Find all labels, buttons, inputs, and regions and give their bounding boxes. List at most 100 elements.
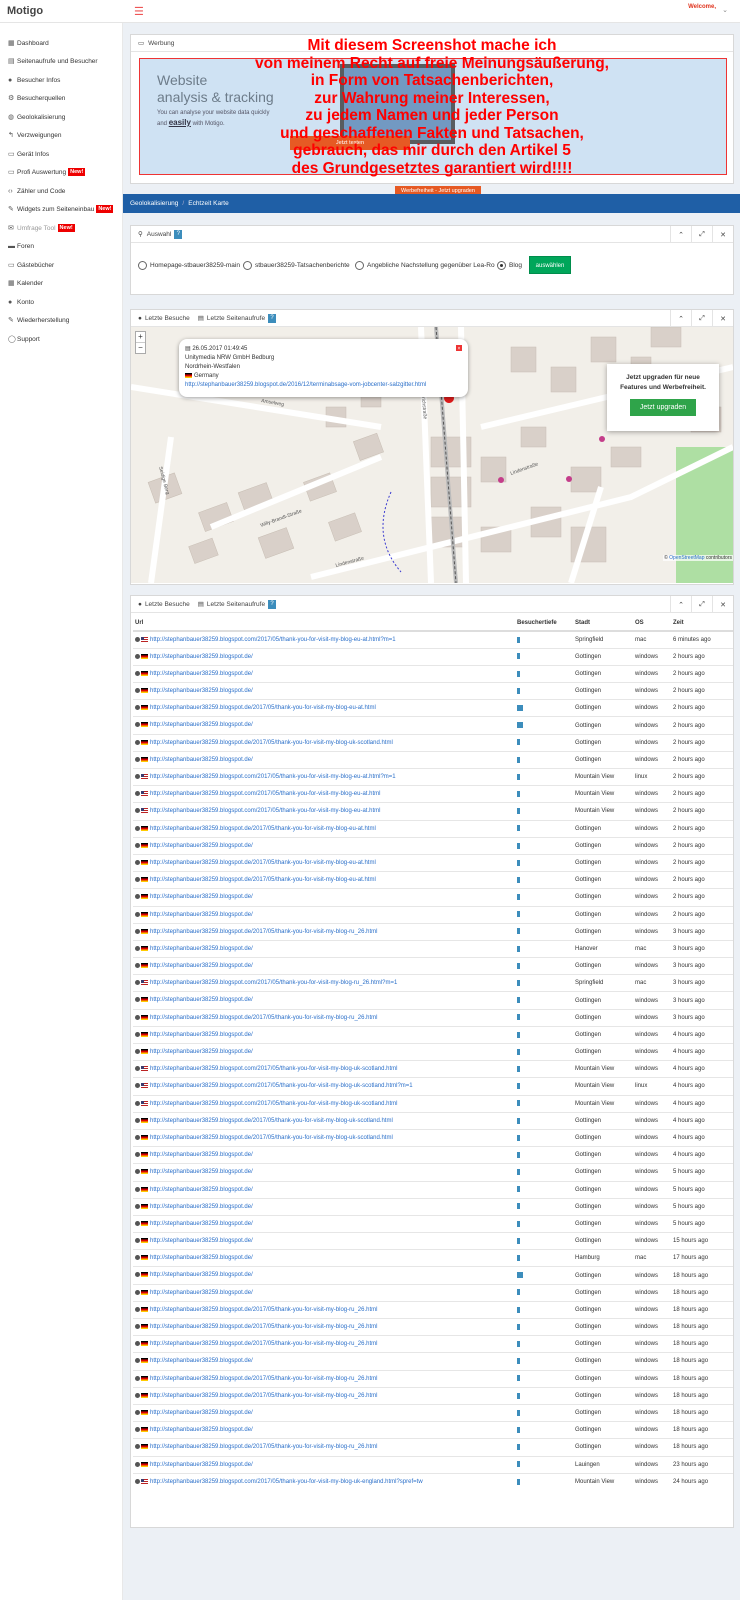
sidebar-item[interactable]: ✎ Widgets zum Seiteneinbau New! [8,203,114,215]
visit-url-link[interactable]: http://stephanbauer38259.blogspot.de/ [150,912,253,918]
sidebar-item[interactable]: ● Besucher Infos [8,74,60,86]
collapse-icon[interactable]: ⌃ [670,310,691,327]
col-os[interactable]: OS [633,615,671,632]
radio-button[interactable] [243,261,252,270]
table-row[interactable]: http://stephanbauer38259.blogspot.de/201… [133,1335,733,1353]
visit-url-link[interactable]: http://stephanbauer38259.blogspot.de/ [150,1427,253,1433]
visit-url-link[interactable]: http://stephanbauer38259.blogspot.de/ [150,1273,253,1279]
popup-url-link[interactable]: http://stephanbauer38259.blogspot.de/201… [185,382,426,388]
visit-url-link[interactable]: http://stephanbauer38259.blogspot.de/ [150,1359,253,1365]
table-row[interactable]: http://stephanbauer38259.blogspot.de/Got… [133,1266,733,1285]
tab-recent-pageviews[interactable]: Letzte Seitenaufrufe [207,601,265,608]
col-city[interactable]: Stadt [573,615,633,632]
table-row[interactable]: http://stephanbauer38259.blogspot.de/Got… [133,1180,733,1199]
help-icon[interactable]: ? [268,599,277,609]
help-icon[interactable]: ? [268,313,277,323]
table-row[interactable]: http://stephanbauer38259.blogspot.de/201… [133,871,733,889]
radio-option-4[interactable]: Blog [497,261,522,270]
visit-url-link[interactable]: http://stephanbauer38259.blogspot.de/ [150,1032,253,1038]
visit-url-link[interactable]: http://stephanbauer38259.blogspot.de/201… [150,929,377,935]
collapse-icon[interactable]: ⌃ [670,226,691,243]
visit-url-link[interactable]: http://stephanbauer38259.blogspot.de/ [150,723,253,729]
visit-url-link[interactable]: http://stephanbauer38259.blogspot.com/20… [150,809,380,815]
visit-url-link[interactable]: http://stephanbauer38259.blogspot.com/20… [150,791,380,797]
table-row[interactable]: http://stephanbauer38259.blogspot.de/Got… [133,836,733,855]
visit-url-link[interactable]: http://stephanbauer38259.blogspot.de/ [150,1238,253,1244]
table-row[interactable]: http://stephanbauer38259.blogspot.de/Got… [133,1283,733,1302]
table-row[interactable]: http://stephanbauer38259.blogspot.de/Got… [133,750,733,769]
table-row[interactable]: http://stephanbauer38259.blogspot.com/20… [133,1060,733,1078]
zoom-out-button[interactable]: − [136,343,145,353]
visit-url-link[interactable]: http://stephanbauer38259.blogspot.com/20… [150,774,396,780]
visit-url-link[interactable]: http://stephanbauer38259.blogspot.de/201… [150,1135,393,1141]
sidebar-item[interactable]: ▬ Foren [8,240,34,252]
sidebar-item[interactable]: ◯ Support [8,333,40,345]
table-row[interactable]: http://stephanbauer38259.blogspot.de/Got… [133,716,733,735]
tab-recent-visits[interactable]: Letzte Besuche [145,315,190,322]
table-row[interactable]: http://stephanbauer38259.blogspot.com/20… [133,767,733,786]
sidebar-item[interactable]: ↰ Verzweigungen [8,129,61,141]
table-row[interactable]: http://stephanbauer38259.blogspot.de/Lau… [133,1455,733,1474]
visit-url-link[interactable]: http://stephanbauer38259.blogspot.de/ [150,1169,253,1175]
visit-url-link[interactable]: http://stephanbauer38259.blogspot.de/201… [150,1393,377,1399]
table-row[interactable]: http://stephanbauer38259.blogspot.de/201… [133,853,733,872]
radio-option-2[interactable]: stbauer38259-Tatsachenberichte [243,261,350,270]
visit-url-link[interactable]: http://stephanbauer38259.blogspot.de/201… [150,705,376,711]
radio-button[interactable] [355,261,364,270]
table-row[interactable]: http://stephanbauer38259.blogspot.de/Han… [133,939,733,958]
col-url[interactable]: Url [133,615,515,632]
visit-url-link[interactable]: http://stephanbauer38259.blogspot.com/20… [150,1066,397,1072]
sidebar-item[interactable]: ✎ Wiederherstellung [8,314,69,326]
expand-icon[interactable]: ⤢ [691,596,712,613]
visit-url-link[interactable]: http://stephanbauer38259.blogspot.com/20… [150,980,397,986]
visit-url-link[interactable]: http://stephanbauer38259.blogspot.de/201… [150,1015,377,1021]
visit-url-link[interactable]: http://stephanbauer38259.blogspot.de/ [150,1255,253,1261]
sidebar-item[interactable]: ▤ Seitenaufrufe und Besucher [8,55,98,67]
visit-url-link[interactable]: http://stephanbauer38259.blogspot.de/ [150,1152,253,1158]
popup-close-icon[interactable]: × [456,345,462,352]
tab-recent-pageviews[interactable]: Letzte Seitenaufrufe [207,315,265,322]
visit-url-link[interactable]: http://stephanbauer38259.blogspot.de/201… [150,826,376,832]
radio-option-1[interactable]: Homepage-stbauer38259-main [138,261,240,270]
table-row[interactable]: http://stephanbauer38259.blogspot.de/201… [133,1008,733,1027]
visit-url-link[interactable]: http://stephanbauer38259.blogspot.com/20… [150,637,396,643]
table-row[interactable]: http://stephanbauer38259.blogspot.com/20… [133,974,733,992]
table-row[interactable]: http://stephanbauer38259.blogspot.de/Got… [133,647,733,666]
table-row[interactable]: http://stephanbauer38259.blogspot.com/20… [133,785,733,803]
table-row[interactable]: http://stephanbauer38259.blogspot.de/201… [133,922,733,941]
sidebar-item[interactable]: ▦ Dashboard [8,37,49,49]
visit-url-link[interactable]: http://stephanbauer38259.blogspot.de/201… [150,740,393,746]
visit-url-link[interactable]: http://stephanbauer38259.blogspot.de/ [150,1290,253,1296]
visit-url-link[interactable]: http://stephanbauer38259.blogspot.de/ [150,963,253,969]
table-row[interactable]: http://stephanbauer38259.blogspot.com/20… [133,630,733,649]
table-row[interactable]: http://stephanbauer38259.blogspot.de/Got… [133,1042,733,1061]
sidebar-item[interactable]: ✉ Umfrage Tool New! [8,222,75,234]
visit-url-link[interactable]: http://stephanbauer38259.blogspot.de/201… [150,1444,377,1450]
visit-url-link[interactable]: http://stephanbauer38259.blogspot.com/20… [150,1084,413,1090]
sidebar-item[interactable]: ⚙ Besucherquellen [8,92,65,104]
table-row[interactable]: http://stephanbauer38259.blogspot.de/201… [133,1369,733,1388]
visit-url-link[interactable]: http://stephanbauer38259.blogspot.de/ [150,998,253,1004]
sidebar-item[interactable]: ▭ Profi Auswertung New! [8,166,86,178]
close-icon[interactable]: ✕ [712,226,733,243]
sidebar-item[interactable]: ◍ Geolokalisierung [8,111,65,123]
table-row[interactable]: http://stephanbauer38259.blogspot.de/Ham… [133,1249,733,1267]
app-logo[interactable]: Motigo [7,5,43,17]
visit-url-link[interactable]: http://stephanbauer38259.blogspot.de/201… [150,860,376,866]
table-row[interactable]: http://stephanbauer38259.blogspot.de/201… [133,1438,733,1456]
table-row[interactable]: http://stephanbauer38259.blogspot.com/20… [133,1077,733,1096]
close-icon[interactable]: ✕ [712,596,733,613]
visit-url-link[interactable]: http://stephanbauer38259.blogspot.de/201… [150,1376,377,1382]
visit-url-link[interactable]: http://stephanbauer38259.blogspot.com/20… [150,1101,397,1107]
welcome-user-menu[interactable]: Welcome, [688,4,716,10]
expand-icon[interactable]: ⤢ [691,310,712,327]
visit-url-link[interactable]: http://stephanbauer38259.blogspot.de/201… [150,1307,377,1313]
table-row[interactable]: http://stephanbauer38259.blogspot.de/201… [133,1317,733,1336]
sidebar-item[interactable]: ▭ Gästebücher [8,259,54,271]
sidebar-item[interactable]: ‹› Zähler und Code [8,185,65,197]
col-depth[interactable]: Besuchertiefe [515,615,573,632]
table-row[interactable]: http://stephanbauer38259.blogspot.com/20… [133,1472,733,1491]
visit-url-link[interactable]: http://stephanbauer38259.blogspot.de/201… [150,1341,377,1347]
visit-url-link[interactable]: http://stephanbauer38259.blogspot.de/201… [150,1324,377,1330]
sidebar-item[interactable]: ● Konto [8,296,34,308]
